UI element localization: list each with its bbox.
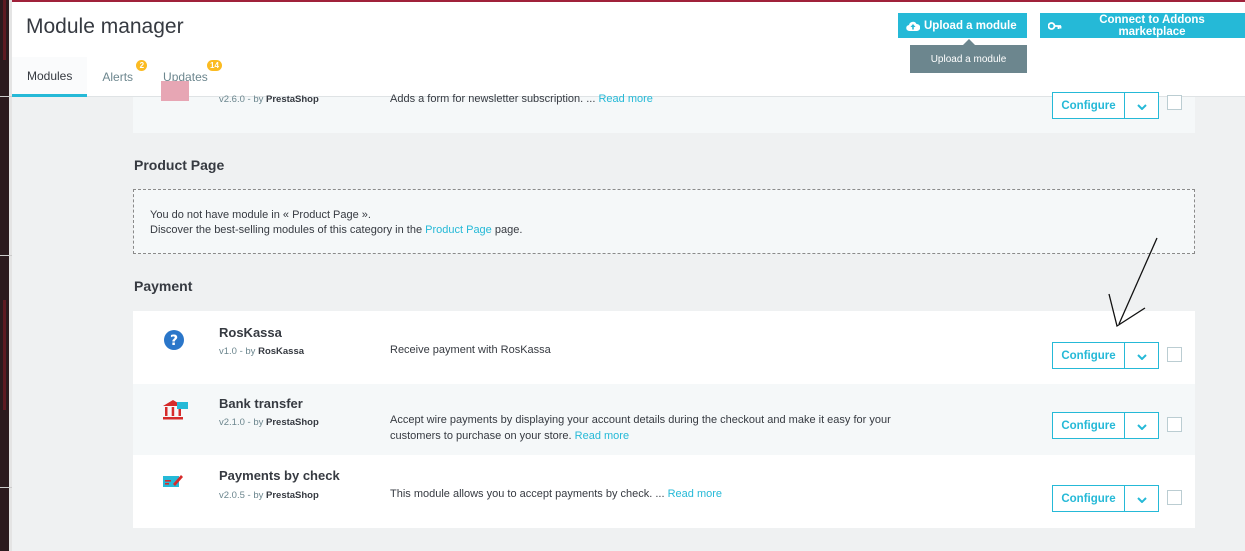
newsletter-icon	[161, 81, 189, 101]
svg-text:?: ?	[170, 333, 178, 349]
read-more-link[interactable]: Read more	[668, 488, 722, 500]
configure-button-group: Configure	[1052, 412, 1159, 439]
module-card-bank-transfer: Bank transfer v2.1.0 - by PrestaShop Acc…	[133, 384, 1195, 455]
module-name: Payments by check	[219, 468, 340, 483]
configure-button[interactable]: Configure	[1053, 486, 1125, 511]
module-checkbox[interactable]	[1167, 417, 1182, 432]
chevron-down-icon	[1136, 491, 1147, 506]
configure-button[interactable]: Configure	[1053, 413, 1125, 438]
chevron-down-icon	[1136, 348, 1147, 363]
section-title-payment: Payment	[134, 278, 193, 294]
upload-module-label: Upload a module	[924, 19, 1017, 32]
product-page-link[interactable]: Product Page	[425, 224, 492, 236]
module-list: v2.6.0 - by PrestaShop Adds a form for n…	[12, 81, 1245, 551]
check-payment-icon	[163, 474, 191, 502]
read-more-link[interactable]: Read more	[575, 430, 629, 442]
tab-bar: Modules Alerts 2 Updates 14	[12, 57, 223, 97]
page-title: Module manager	[26, 15, 184, 38]
module-checkbox[interactable]	[1167, 95, 1182, 110]
cloud-upload-icon	[906, 20, 920, 32]
module-name: Bank transfer	[219, 396, 303, 411]
tab-modules-label: Modules	[27, 68, 73, 83]
module-checkbox[interactable]	[1167, 490, 1182, 505]
configure-button[interactable]: Configure	[1053, 93, 1125, 118]
connect-addons-button[interactable]: Connect to Addons marketplace	[1040, 13, 1245, 38]
configure-button-group: Configure	[1052, 342, 1159, 369]
module-version: v2.6.0 - by PrestaShop	[219, 94, 319, 105]
section-title-product-page: Product Page	[134, 157, 225, 173]
module-description: Adds a form for newsletter subscription.…	[390, 93, 653, 105]
empty-notice-line2: Discover the best-selling modules of thi…	[150, 224, 523, 236]
key-icon	[1048, 21, 1062, 31]
read-more-link[interactable]: Read more	[598, 93, 652, 105]
question-icon: ?	[163, 329, 191, 357]
module-description: Accept wire payments by displaying your …	[390, 414, 891, 442]
tab-alerts-label: Alerts	[102, 70, 134, 84]
chevron-down-icon	[1136, 98, 1147, 113]
alerts-badge: 2	[136, 60, 148, 71]
configure-button-group: Configure	[1052, 92, 1159, 119]
left-edge	[0, 0, 12, 551]
module-card-roskassa: ? RosKassa v1.0 - by RosKassa Receive pa…	[133, 311, 1195, 384]
chevron-down-icon	[1136, 418, 1147, 433]
annotation-arrow-icon	[1108, 237, 1158, 328]
empty-category-notice: You do not have module in « Product Page…	[133, 189, 1195, 254]
configure-dropdown-toggle[interactable]	[1125, 93, 1158, 118]
tab-alerts[interactable]: Alerts 2	[87, 57, 148, 97]
module-version: v2.0.5 - by PrestaShop	[219, 490, 319, 501]
module-version: v2.1.0 - by PrestaShop	[219, 417, 319, 428]
updates-badge: 14	[207, 60, 222, 71]
module-description: Receive payment with RosKassa	[390, 344, 551, 356]
connect-addons-label: Connect to Addons marketplace	[1099, 13, 1205, 38]
module-card-payments-by-check: Payments by check v2.0.5 - by PrestaShop…	[133, 455, 1195, 528]
configure-button-group: Configure	[1052, 485, 1159, 512]
configure-button[interactable]: Configure	[1053, 343, 1125, 368]
module-checkbox[interactable]	[1167, 347, 1182, 362]
tab-modules[interactable]: Modules	[12, 57, 88, 97]
module-card-newsletter: v2.6.0 - by PrestaShop Adds a form for n…	[133, 81, 1195, 133]
page-header: Module manager Upload a module Connect t…	[12, 2, 1245, 97]
configure-dropdown-toggle[interactable]	[1125, 486, 1158, 511]
module-description: This module allows you to accept payment…	[390, 488, 723, 500]
upload-tooltip: Upload a module	[910, 39, 1027, 73]
configure-dropdown-toggle[interactable]	[1125, 413, 1158, 438]
configure-dropdown-toggle[interactable]	[1125, 343, 1158, 368]
upload-module-button[interactable]: Upload a module	[898, 13, 1027, 38]
empty-notice-line1: You do not have module in « Product Page…	[150, 209, 371, 221]
bank-icon	[161, 398, 189, 426]
module-version: v1.0 - by RosKassa	[219, 346, 305, 357]
module-name: RosKassa	[219, 325, 282, 340]
